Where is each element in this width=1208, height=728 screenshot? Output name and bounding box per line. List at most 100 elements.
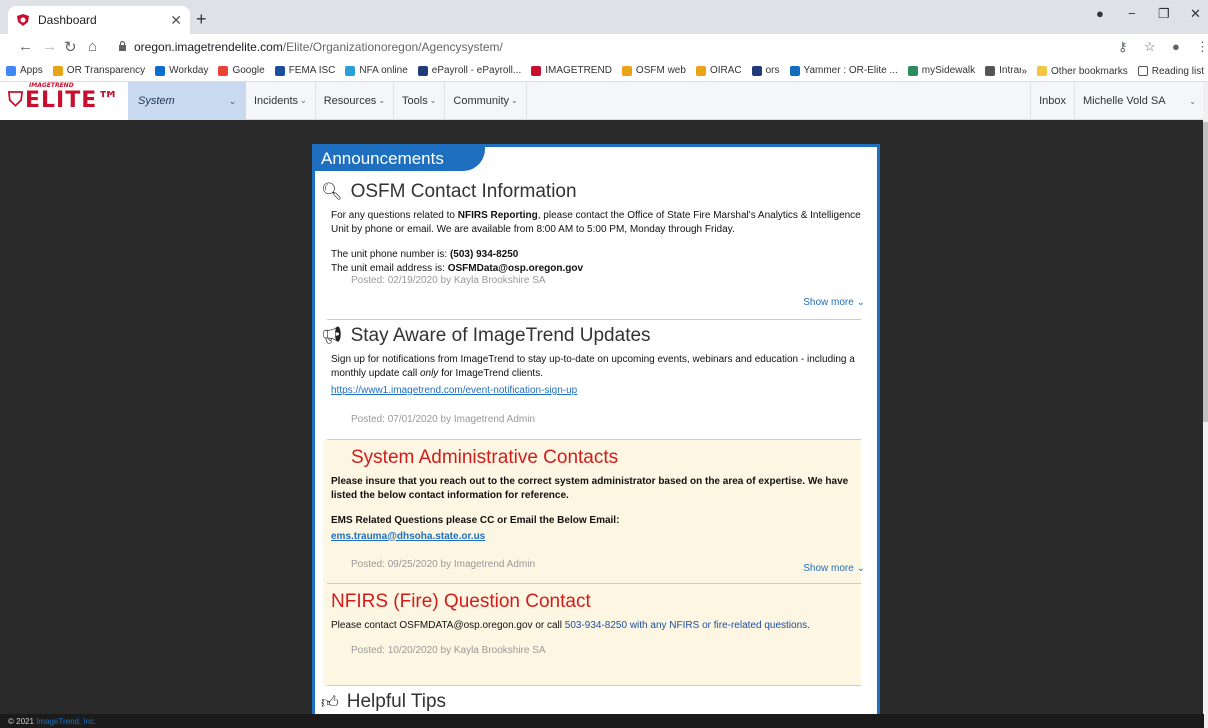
chevron-down-icon: ⌄ (856, 563, 865, 574)
posted-meta: Posted: 02/19/2020 by Kayla Brookshire S… (351, 275, 546, 286)
back-icon[interactable]: ← (18, 38, 33, 55)
company-link[interactable]: ImageTrend, Inc. (36, 717, 96, 726)
announcement-nfirs-contact: NFIRS (Fire) Question Contact Please con… (321, 591, 871, 656)
account-icon[interactable]: ● (1172, 39, 1180, 54)
close-window-icon[interactable]: ✕ (1190, 6, 1201, 22)
announcement-imagetrend-updates: 📢︎ Stay Aware of ImageTrend Updates Sign … (321, 325, 871, 425)
divider (327, 319, 861, 320)
imagetrend-favicon-icon (17, 14, 29, 26)
bookmark-item[interactable]: Workday (155, 65, 208, 76)
announcement-title: NFIRS (Fire) Question Contact (331, 591, 591, 612)
bookmark-favicon-icon (695, 65, 706, 76)
bookmark-favicon-icon (155, 65, 166, 76)
bookmark-item[interactable]: OSFM web (621, 65, 686, 76)
bookmark-favicon-icon (985, 65, 996, 76)
system-menu[interactable]: System ⌄ (128, 81, 246, 120)
lock-icon (119, 41, 126, 51)
bookmarks-bar: Apps OR Transparency Workday Google FEMA ISC… (0, 60, 1208, 82)
restore-icon[interactable]: ❐ (1158, 6, 1170, 22)
imagetrend-shield-icon: ⛉ (8, 89, 23, 111)
close-tab-icon[interactable]: ✕ (170, 12, 182, 29)
folder-icon (1037, 66, 1048, 76)
announcement-body: Please insure that you reach out to the … (331, 476, 849, 542)
elite-logo[interactable]: ⛉ IMAGETREND ELITE™ (0, 81, 128, 120)
nav-inbox[interactable]: Inbox (1030, 82, 1074, 120)
chevron-down-icon: ⌄ (378, 96, 386, 105)
bookmark-favicon-icon (218, 65, 229, 76)
tab-title: Dashboard (38, 13, 97, 27)
home-icon[interactable]: ⌂ (88, 38, 97, 55)
nav-resources[interactable]: Resources ⌄ (316, 81, 395, 120)
menu-kebab-icon[interactable]: ⋮ (1196, 39, 1208, 55)
chevron-down-icon: ⌄ (429, 96, 437, 105)
nav-community[interactable]: Community ⌄ (445, 81, 527, 120)
bookmark-item[interactable]: ors (751, 65, 780, 76)
announcement-body: For any questions related to NFIRS Repor… (331, 210, 861, 274)
page-scrollbar-thumb[interactable] (1203, 122, 1208, 422)
show-more-link[interactable]: Show more ⌄ (803, 297, 865, 308)
bookmark-item[interactable]: FEMA ISC (274, 65, 335, 76)
announcement-osfm-contact: 🔍︎ OSFM Contact Information For any quest… (321, 181, 871, 308)
bookmark-item[interactable]: ePayroll - ePayroll... (417, 65, 521, 76)
bookmark-item[interactable]: Google (218, 65, 265, 76)
bookmark-favicon-icon (6, 65, 16, 76)
bookmark-item[interactable]: Apps (6, 65, 43, 76)
bookmark-favicon-icon (751, 65, 762, 76)
bookmark-favicon-icon (531, 65, 542, 76)
thumbs-up-icon: 👍︎ (321, 692, 339, 712)
announcements-panel: Announcements 🔍︎ OSFM Contact Information… (312, 144, 880, 728)
chevron-down-icon: ⌄ (228, 95, 236, 106)
bookmark-item[interactable]: IMAGETREND (531, 65, 612, 76)
bookmark-item[interactable]: OR Transparency (52, 65, 145, 76)
bookmark-favicon-icon (274, 65, 285, 76)
announcement-title: 📢︎ Stay Aware of ImageTrend Updates (321, 325, 651, 346)
reading-list-button[interactable]: Reading list (1137, 66, 1204, 77)
bookmark-favicon-icon (789, 65, 800, 76)
nav-tools[interactable]: Tools ⌄ (394, 81, 446, 120)
announcement-body: Sign up for notifications from ImageTren… (331, 354, 855, 396)
reload-icon[interactable]: ↻ (64, 38, 77, 56)
star-icon[interactable]: ☆ (1144, 39, 1156, 55)
announcement-system-admin-contacts: System Administrative Contacts Please in… (321, 447, 871, 574)
bookmark-favicon-icon (52, 65, 63, 76)
bookmark-favicon-icon (345, 65, 356, 76)
posted-meta: Posted: 10/20/2020 by Kayla Brookshire S… (351, 644, 546, 656)
more-bookmarks-button[interactable]: » (1021, 66, 1027, 77)
show-more-link[interactable]: Show more ⌄ (803, 563, 865, 574)
divider (327, 685, 861, 686)
bookmark-favicon-icon (621, 65, 632, 76)
minimize-icon[interactable]: − (1128, 6, 1136, 21)
posted-meta: Posted: 07/01/2020 by Imagetrend Admin (351, 413, 536, 425)
profile-icon[interactable]: ● (1096, 6, 1104, 21)
panel-title: Announcements (315, 147, 485, 171)
nav-incidents[interactable]: Incidents ⌄ (246, 81, 316, 120)
nav-right: Inbox Michelle Vold SA ⌄ (1030, 82, 1204, 120)
posted-meta: Posted: 09/25/2020 by Imagetrend Admin (351, 559, 536, 570)
announcement-title: 👍︎ Helpful Tips (321, 691, 447, 712)
bookmark-item[interactable]: mySidewalk (907, 65, 975, 76)
divider (327, 583, 861, 584)
chevron-down-icon: ⌄ (300, 96, 307, 105)
browser-tab-dashboard[interactable]: Dashboard ✕ (8, 6, 190, 34)
bookmark-favicon-icon (907, 65, 918, 76)
url-field[interactable]: oregon.imagetrendelite.com/Elite/Organiz… (134, 40, 503, 54)
announcement-body: Please contact OSFMDATA@osp.oregon.gov o… (331, 620, 810, 631)
megaphone-icon: 📢︎ (321, 326, 343, 345)
browser-tab-bar: Dashboard ✕ + ● − ❐ ✕ (0, 0, 1208, 34)
new-tab-icon[interactable]: + (196, 9, 207, 30)
search-icon: 🔍︎ (321, 182, 343, 201)
event-signup-link[interactable]: https://www1.imagetrend.com/event-notifi… (331, 385, 577, 396)
key-icon[interactable]: ⚷ (1118, 39, 1128, 55)
chevron-down-icon: ⌄ (856, 297, 865, 308)
chevron-down-icon: ⌄ (1189, 96, 1196, 106)
user-menu[interactable]: Michelle Vold SA ⌄ (1074, 82, 1204, 120)
announcement-title: System Administrative Contacts (351, 447, 619, 468)
forward-icon[interactable]: → (42, 38, 57, 55)
bookmark-item[interactable]: Yammer : OR-Elite ... (789, 65, 898, 76)
bookmark-item[interactable]: OIRAC (695, 65, 742, 76)
other-bookmarks-folder[interactable]: Other bookmarks (1037, 66, 1128, 77)
chevron-down-icon: ⌄ (511, 96, 518, 105)
bookmark-item[interactable]: NFA online (345, 65, 408, 76)
app-navbar: ⛉ IMAGETREND ELITE™ System ⌄ Incidents ⌄ R… (0, 81, 1204, 120)
ems-email-link[interactable]: ems.trauma@dhsoha.state.or.us (331, 531, 485, 542)
